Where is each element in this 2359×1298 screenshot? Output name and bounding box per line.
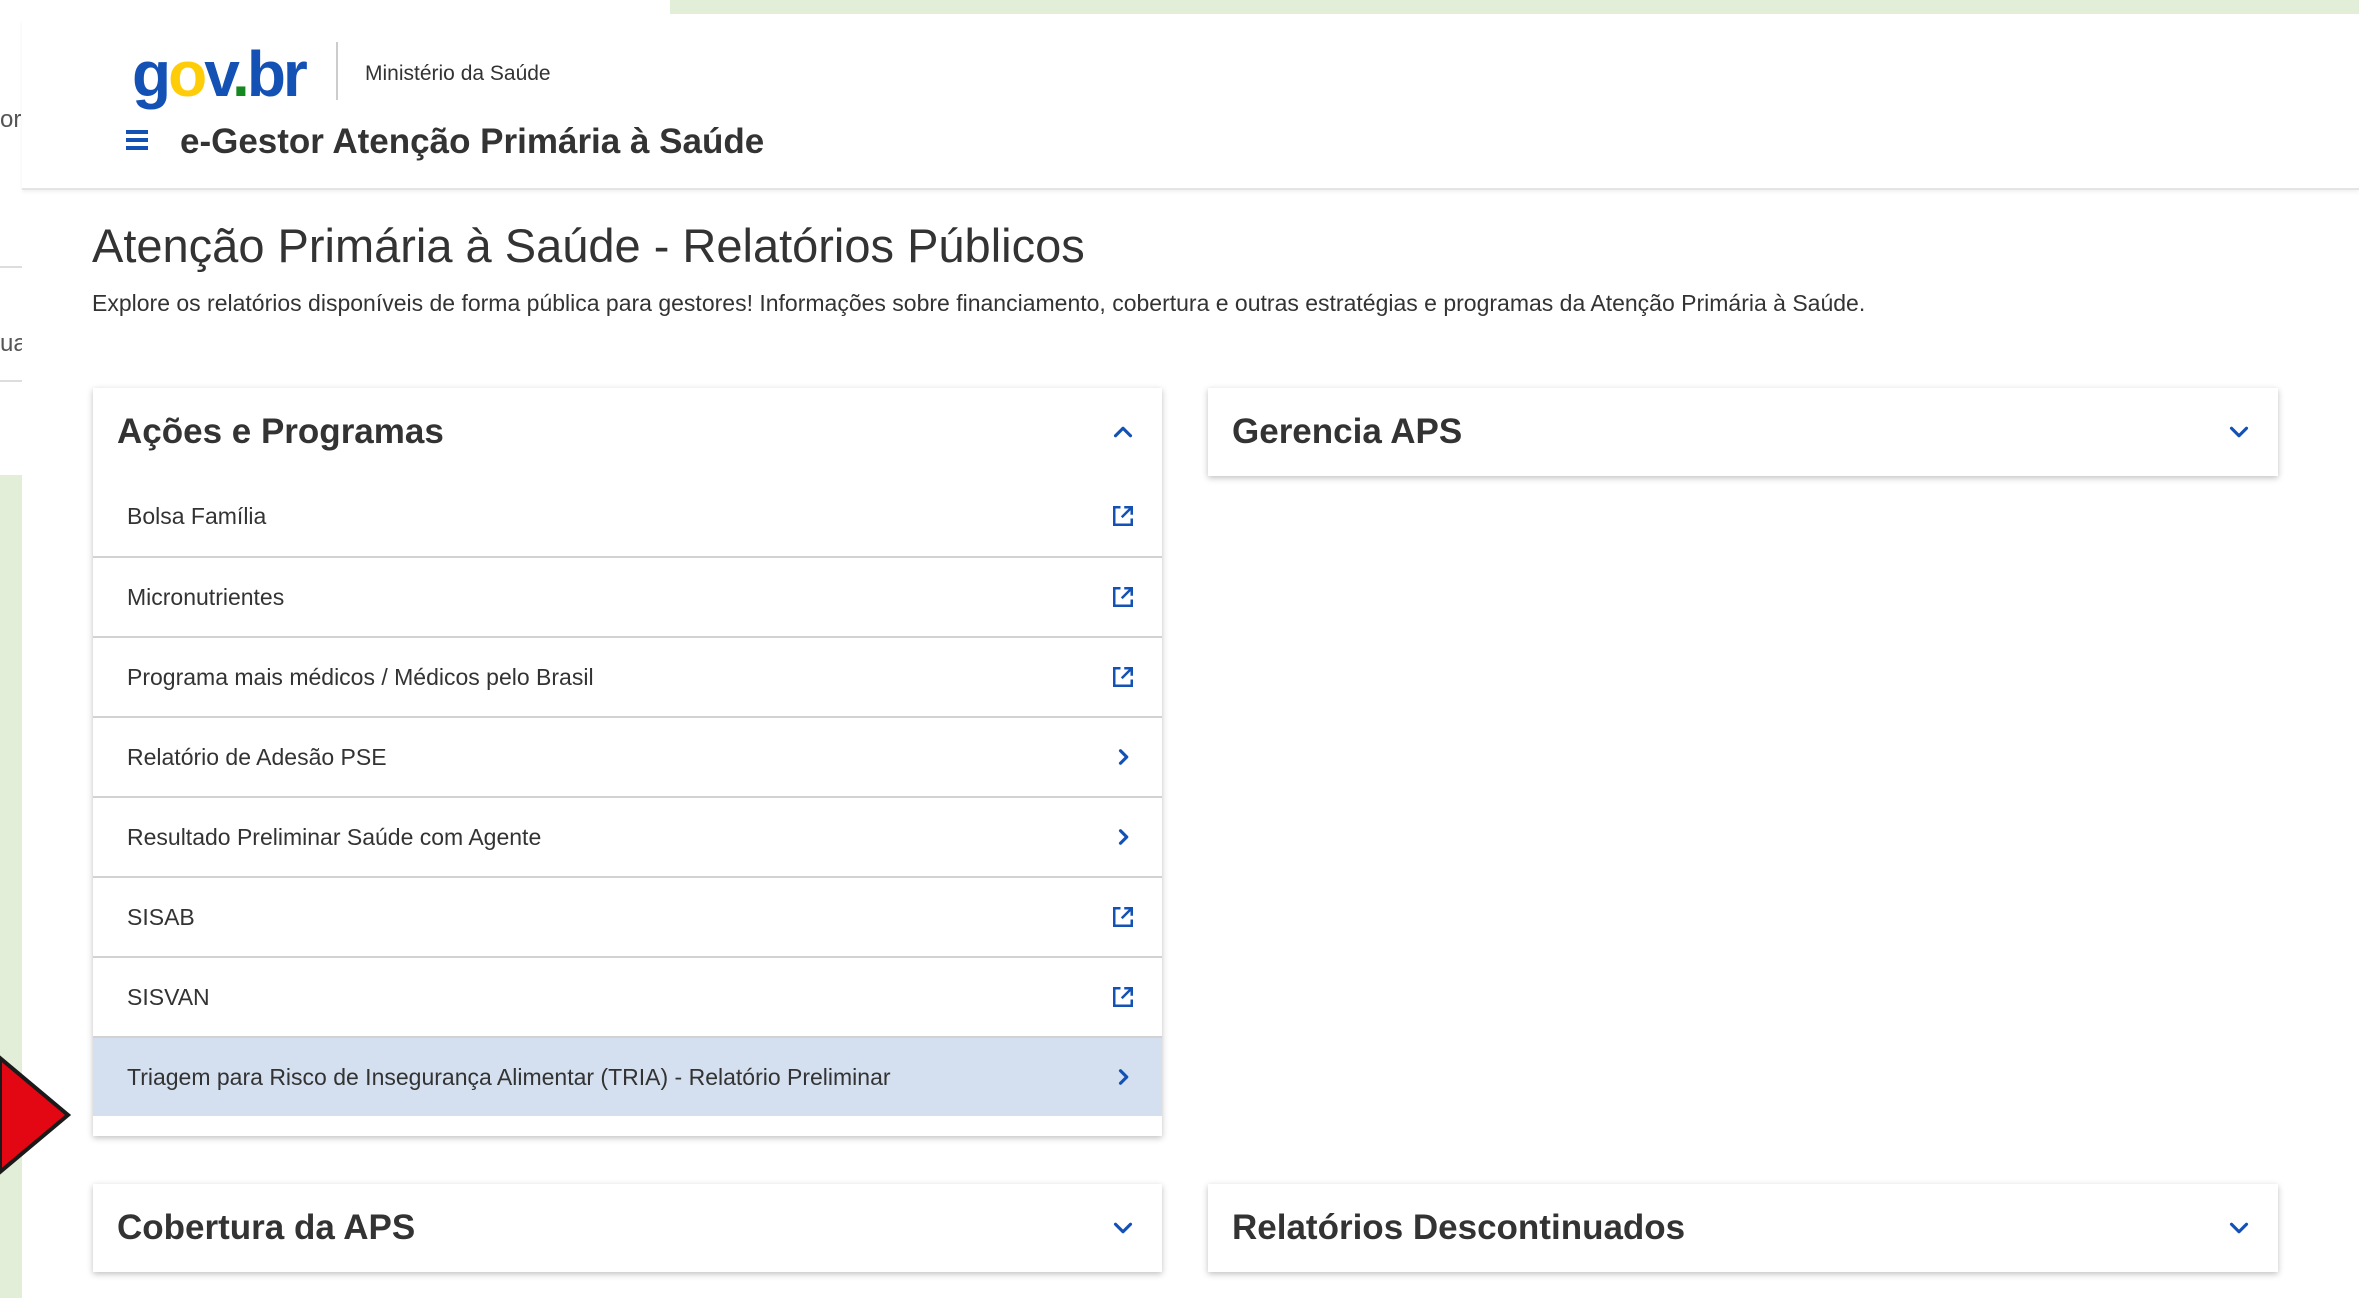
red-arrow-annotation-icon [0, 1055, 72, 1175]
external-link-icon [1113, 667, 1133, 687]
background-text-fragment: orc [0, 106, 22, 133]
accordion-title: Gerencia APS [1232, 412, 1463, 451]
ministry-label: Ministério da Saúde [365, 62, 551, 85]
list-item-label: Micronutrientes [127, 583, 285, 610]
page-subtitle: Explore os relatórios disponíveis de for… [92, 290, 1866, 316]
chevron-down-icon [2229, 1222, 2249, 1234]
list-item-sisvan[interactable]: SISVAN [93, 956, 1162, 1036]
govbr-logo[interactable]: gov.br [132, 42, 308, 106]
accordion-header-acoes[interactable]: Ações e Programas [93, 388, 1162, 476]
external-link-icon [1113, 987, 1133, 1007]
list-item-mais-medicos[interactable]: Programa mais médicos / Médicos pelo Bra… [93, 636, 1162, 716]
page-title: Atenção Primária à Saúde - Relatórios Pú… [92, 219, 1085, 272]
accordion-title: Relatórios Descontinuados [1232, 1208, 1686, 1247]
background-divider [0, 380, 22, 382]
external-link-icon [1113, 907, 1133, 927]
chevron-right-icon [1118, 749, 1129, 765]
list-item-micronutrientes[interactable]: Micronutrientes [93, 556, 1162, 636]
list-item-bolsa-familia[interactable]: Bolsa Família [93, 476, 1162, 556]
list-item-label: Programa mais médicos / Médicos pelo Bra… [127, 663, 594, 690]
list-item-label: Resultado Preliminar Saúde com Agente [127, 823, 542, 850]
external-link-icon [1113, 587, 1133, 607]
chevron-down-icon [1113, 1222, 1133, 1234]
chevron-up-icon [1113, 426, 1133, 438]
list-item-label: Bolsa Família [127, 502, 267, 529]
chevron-right-icon [1118, 1069, 1129, 1085]
accordion-relatorios-descontinuados: Relatórios Descontinuados [1208, 1184, 2278, 1272]
list-item-tria[interactable]: Triagem para Risco de Insegurança Alimen… [93, 1036, 1162, 1116]
accordion-acoes-e-programas: Ações e Programas Bolsa Família Micronut… [93, 388, 1162, 1136]
list-item-label: SISAB [127, 903, 195, 930]
accordion-gerencia-aps: Gerencia APS [1208, 388, 2278, 476]
background-text-fragment: ua [0, 330, 22, 357]
accordion-list: Bolsa Família Micronutrientes Programa m… [93, 476, 1162, 1116]
site-header: gov.br Ministério da Saúde e-Gestor Aten… [22, 20, 2359, 190]
accordion-title: Ações e Programas [117, 412, 444, 451]
background-divider [0, 266, 22, 268]
hamburger-menu-icon[interactable] [122, 126, 152, 152]
list-item-label: Relatório de Adesão PSE [127, 743, 387, 770]
list-item-label: Triagem para Risco de Insegurança Alimen… [127, 1063, 891, 1090]
system-title: e-Gestor Atenção Primária à Saúde [180, 122, 765, 161]
accordion-cobertura-aps: Cobertura da APS [93, 1184, 1162, 1272]
external-link-icon [1113, 506, 1133, 526]
list-item-sisab[interactable]: SISAB [93, 876, 1162, 956]
list-item-label: SISVAN [127, 983, 210, 1010]
list-item-adesao-pse[interactable]: Relatório de Adesão PSE [93, 716, 1162, 796]
list-item-saude-com-agente[interactable]: Resultado Preliminar Saúde com Agente [93, 796, 1162, 876]
accordion-header-gerencia[interactable]: Gerencia APS [1208, 388, 2278, 476]
background-panel-top [670, 0, 2359, 14]
accordion-header-cobertura[interactable]: Cobertura da APS [93, 1184, 1162, 1272]
header-divider [336, 42, 338, 100]
chevron-down-icon [2229, 426, 2249, 438]
accordion-title: Cobertura da APS [117, 1208, 416, 1247]
chevron-right-icon [1118, 829, 1129, 845]
accordion-header-descontinuados[interactable]: Relatórios Descontinuados [1208, 1184, 2278, 1272]
